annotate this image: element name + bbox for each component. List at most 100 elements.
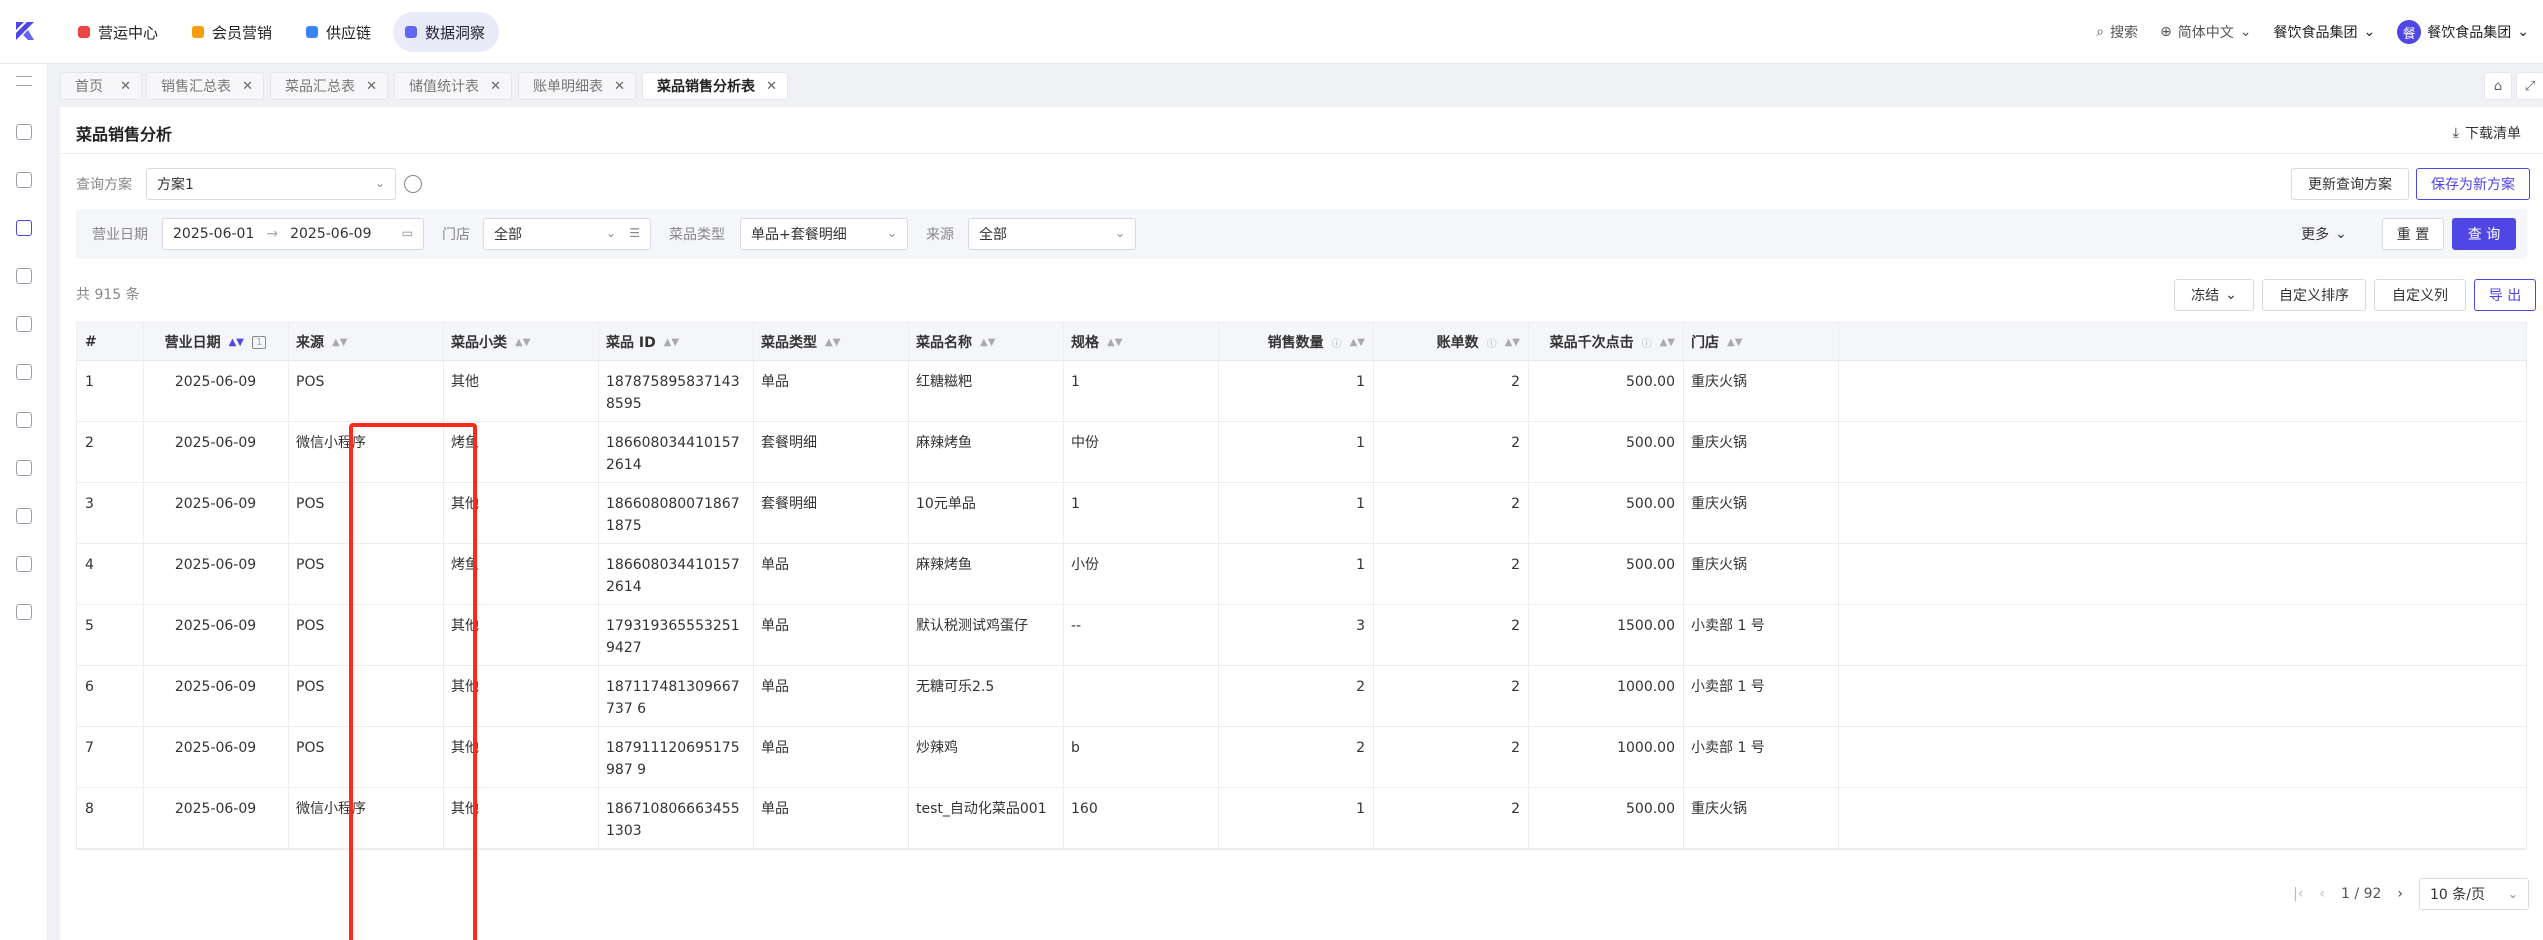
settings-icon[interactable]: [404, 175, 422, 193]
tab-sales-summary[interactable]: 销售汇总表 ✕: [146, 72, 264, 100]
help-icon[interactable]: ⓘ: [1487, 335, 1497, 350]
tab-bill-detail[interactable]: 账单明细表 ✕: [518, 72, 636, 100]
language-select[interactable]: ⊕ 简体中文 ⌄: [2160, 22, 2251, 42]
tab-home[interactable]: 首页 ✕: [60, 72, 142, 100]
document-icon[interactable]: [16, 604, 32, 620]
gift-icon[interactable]: [16, 412, 32, 428]
page-size-select[interactable]: 10 条/页 ⌄: [2419, 878, 2529, 910]
sort-icon[interactable]: ▲▼: [825, 337, 840, 348]
close-icon[interactable]: ✕: [242, 79, 253, 94]
close-icon[interactable]: ✕: [490, 79, 501, 94]
custom-sort-button[interactable]: 自定义排序: [2262, 279, 2366, 311]
freeze-button[interactable]: 冻结 ⌄: [2174, 279, 2254, 311]
users-icon[interactable]: [16, 364, 32, 380]
export-button[interactable]: 导 出: [2474, 279, 2536, 311]
prev-page-icon[interactable]: ‹: [2319, 886, 2325, 902]
tag-icon[interactable]: [16, 316, 32, 332]
col-header-source[interactable]: 来源 ▲▼: [288, 323, 443, 361]
col-header-dish-name[interactable]: 菜品名称 ▲▼: [908, 323, 1063, 361]
topnav-item-membership[interactable]: 会员营销: [180, 12, 286, 52]
cell-dish-id: 1793193655532519427: [606, 618, 740, 656]
table-row[interactable]: 3 2025-06-09 POS 其他 1866080800718671875 套餐明细 1…: [77, 483, 2526, 544]
org-select[interactable]: 餐饮食品集团 ⌄: [2274, 22, 2376, 42]
app-logo-icon[interactable]: [14, 20, 36, 42]
col-header-store[interactable]: 门店 ▲▼: [1683, 323, 1838, 361]
save-scheme-button[interactable]: 保存为新方案: [2416, 168, 2530, 200]
download-icon: ⤓: [2452, 125, 2459, 141]
home-icon[interactable]: [16, 124, 32, 140]
reset-button[interactable]: 重 置: [2382, 218, 2444, 250]
store-select[interactable]: 全部 ⌄ ☰: [483, 218, 651, 250]
table-row[interactable]: 6 2025-06-09 POS 其他 187117481309667737 6 单品 无糖…: [77, 666, 2526, 727]
tab-dish-sales-analysis[interactable]: 菜品销售分析表 ✕: [642, 72, 788, 100]
table-row[interactable]: 4 2025-06-09 POS 烤鱼 1866080344101572614 单品 麻辣烤…: [77, 544, 2526, 605]
topnav-item-operations[interactable]: 营运中心: [66, 12, 172, 52]
search-button[interactable]: ⌕ 搜索: [2096, 22, 2138, 42]
source-select[interactable]: 全部 ⌄: [968, 218, 1136, 250]
col-header-clicks[interactable]: 菜品千次点击 ⓘ ▲▼: [1528, 323, 1683, 361]
download-list-button[interactable]: ⤓ 下载清单: [2453, 123, 2521, 143]
table-row[interactable]: 2 2025-06-09 微信小程序 烤鱼 1866080344101572614 套餐明…: [77, 422, 2526, 483]
cell-clicks: 500.00: [1626, 374, 1675, 390]
update-scheme-button[interactable]: 更新查询方案: [2291, 168, 2409, 200]
trend-icon[interactable]: [16, 556, 32, 572]
filter-adjust-icon[interactable]: ☰: [629, 226, 640, 240]
next-page-icon[interactable]: ›: [2397, 886, 2403, 902]
close-icon[interactable]: ✕: [614, 79, 625, 94]
sort-icon[interactable]: ▲▼: [229, 337, 244, 348]
query-button[interactable]: 查 询: [2452, 218, 2516, 250]
table-row[interactable]: 8 2025-06-09 微信小程序 其他 1867108066634551303 单品 t…: [77, 788, 2526, 849]
report-icon[interactable]: [16, 508, 32, 524]
col-header-subcategory[interactable]: 菜品小类 ▲▼: [443, 323, 598, 361]
table-row[interactable]: [77, 849, 2527, 850]
tab-stored-value[interactable]: 储值统计表 ✕: [394, 72, 512, 100]
top-right-tools: ⌕ 搜索 ⊕ 简体中文 ⌄ 餐饮食品集团 ⌄ 餐餐饮食品集团 ⌄: [2096, 12, 2529, 52]
col-header-dish-id[interactable]: 菜品 ID ▲▼: [598, 323, 753, 361]
close-icon[interactable]: ✕: [766, 79, 777, 94]
cell-source: POS: [296, 740, 325, 756]
sort-icon[interactable]: ▲▼: [1660, 337, 1675, 348]
sort-icon[interactable]: ▲▼: [332, 337, 347, 348]
user-menu[interactable]: 餐餐饮食品集团 ⌄: [2397, 20, 2529, 44]
sort-icon[interactable]: ▲▼: [1350, 337, 1365, 348]
data-insight-nav-icon[interactable]: [16, 220, 32, 236]
sort-icon[interactable]: ▲▼: [1107, 337, 1122, 348]
col-header-bill-count[interactable]: 账单数 ⓘ ▲▼: [1373, 323, 1528, 361]
table-row[interactable]: 5 2025-06-09 POS 其他 1793193655532519427 单品 默认税…: [77, 605, 2526, 666]
cell-bill-count: 2: [1511, 374, 1520, 390]
menu-collapse-icon[interactable]: [16, 76, 32, 86]
top-nav: 营运中心 会员营销 供应链 数据洞察: [66, 12, 500, 52]
sort-icon[interactable]: ▲▼: [515, 337, 530, 348]
topnav-item-supply-chain[interactable]: 供应链: [294, 12, 385, 52]
close-icon[interactable]: ✕: [120, 79, 131, 94]
tab-dish-summary[interactable]: 菜品汇总表 ✕: [270, 72, 388, 100]
col-header-spec[interactable]: 规格 ▲▼: [1063, 323, 1218, 361]
cell-bill-count: 2: [1511, 496, 1520, 512]
cell-subcategory: 其他: [451, 496, 479, 512]
scheme-select[interactable]: 方案1 ⌄: [146, 168, 396, 200]
help-icon[interactable]: ⓘ: [1332, 335, 1342, 350]
col-header-date[interactable]: 营业日期 ▲▼ 1: [143, 323, 288, 361]
more-filters-button[interactable]: 更多 ⌄: [2289, 218, 2359, 250]
wallet-icon[interactable]: [16, 460, 32, 476]
dish-type-select[interactable]: 单品+套餐明细 ⌄: [740, 218, 908, 250]
sort-icon[interactable]: ▲▼: [980, 337, 995, 348]
close-icon[interactable]: ✕: [366, 79, 377, 94]
first-page-icon[interactable]: |‹: [2293, 886, 2303, 902]
date-range-picker[interactable]: 2025-06-01 → 2025-06-09 ▭: [162, 218, 424, 250]
custom-columns-button[interactable]: 自定义列: [2374, 279, 2466, 311]
cell-sales-qty: 2: [1356, 740, 1365, 756]
sort-icon[interactable]: ▲▼: [1505, 337, 1520, 348]
table-row[interactable]: 1 2025-06-09 POS 其他 1878758958371438595 单品 红糖糍…: [77, 361, 2526, 422]
col-header-sales-qty[interactable]: 销售数量 ⓘ ▲▼: [1218, 323, 1373, 361]
sort-icon[interactable]: ▲▼: [664, 337, 679, 348]
lock-icon[interactable]: ⌂: [2484, 72, 2512, 100]
sort-icon[interactable]: ▲▼: [1727, 337, 1742, 348]
table-row[interactable]: 7 2025-06-09 POS 其他 187911120695175987 9 单品 炒辣…: [77, 727, 2526, 788]
col-header-dish-type[interactable]: 菜品类型 ▲▼: [753, 323, 908, 361]
card-icon[interactable]: [16, 268, 32, 284]
chart-icon[interactable]: [16, 172, 32, 188]
help-icon[interactable]: ⓘ: [1642, 335, 1652, 350]
fullscreen-icon[interactable]: ⤢: [2516, 72, 2543, 100]
topnav-item-data-insight[interactable]: 数据洞察: [393, 12, 500, 52]
